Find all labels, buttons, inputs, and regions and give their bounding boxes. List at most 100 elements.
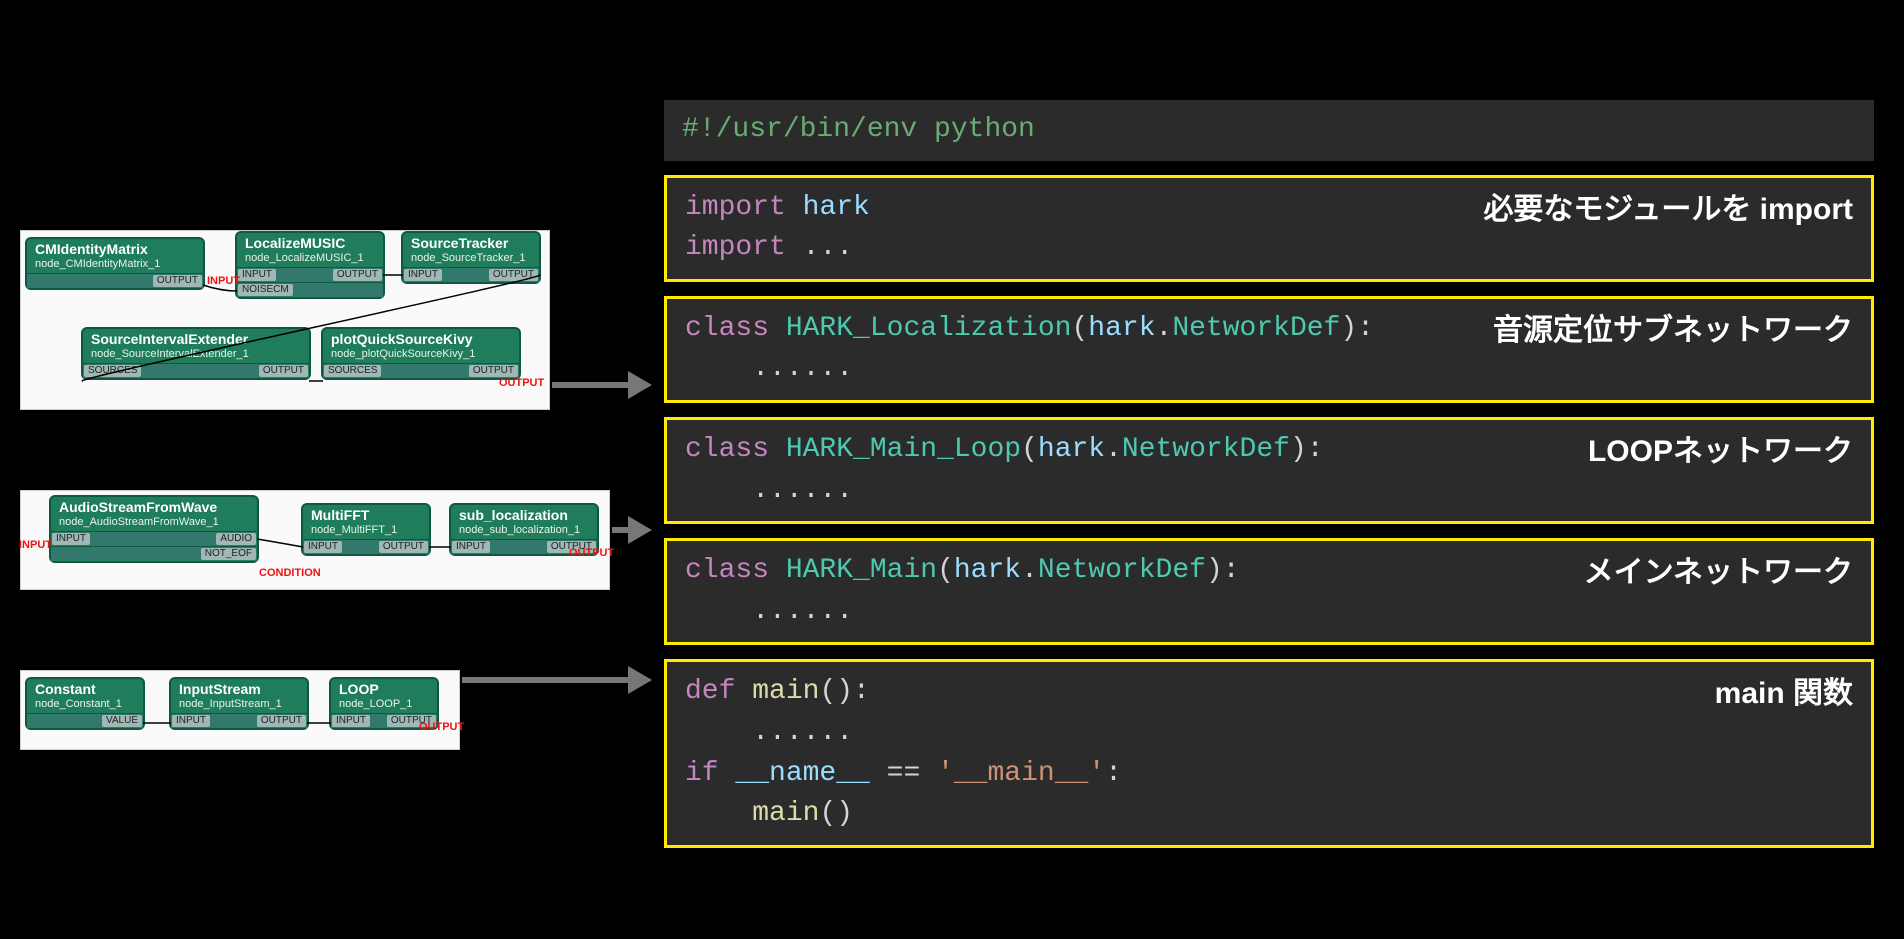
port-input[interactable]: INPUT [332,715,370,727]
node-sub: node_Constant_1 [27,698,143,713]
dots: ...... [752,353,853,384]
kw-import: import [685,232,786,263]
classname: HARK_Main_Loop [786,434,1021,465]
node-title: LocalizeMUSIC [237,233,383,252]
node-sub: node_SourceTracker_1 [403,252,539,267]
port-input[interactable]: INPUT [238,269,276,281]
op-eq: == [887,758,921,789]
port-output[interactable]: OUTPUT [153,275,202,287]
node-sub: node_MultiFFT_1 [303,524,429,539]
code-class-mainloop: class HARK_Main_Loop(hark.NetworkDef): .… [664,417,1874,524]
node-constant[interactable]: Constant node_Constant_1 VALUE [25,677,145,730]
code-shebang-block: #!/usr/bin/env python [664,100,1874,161]
node-title: plotQuickSourceKivy [323,329,519,348]
dots: ...... [752,596,853,627]
node-title: AudioStreamFromWave [51,497,257,516]
port-output[interactable]: OUTPUT [333,269,382,281]
code-panel: #!/usr/bin/env python import hark import… [664,100,1874,848]
port-output[interactable]: OUTPUT [257,715,306,727]
node-sub: node_InputStream_1 [171,698,307,713]
node-cmidentitymatrix[interactable]: CMIdentityMatrix node_CMIdentityMatrix_1… [25,237,205,290]
base-cls: NetworkDef [1172,313,1340,344]
node-sub: node_LOOP_1 [331,698,437,713]
node-sub: node_SourceIntervalExtender_1 [83,348,309,363]
base-mod: hark [1038,434,1105,465]
port-output[interactable]: OUTPUT [379,541,428,553]
base-cls: NetworkDef [1038,555,1206,586]
node-title: SourceIntervalExtender [83,329,309,348]
annot-main-network: メインネットワーク [1584,551,1853,595]
str-main: '__main__' [937,758,1105,789]
diagram-panel-mainloop: AudioStreamFromWave node_AudioStreamFrom… [20,490,610,590]
dunder-name: __name__ [735,758,869,789]
kw-class: class [685,313,769,344]
port-input[interactable]: INPUT [304,541,342,553]
dots: ...... [752,717,853,748]
kw-if: if [685,758,719,789]
kw-class: class [685,434,769,465]
port-input[interactable]: INPUT [52,533,90,545]
port-input[interactable]: INPUT [452,541,490,553]
node-title: LOOP [331,679,437,698]
diagram-panel-main: Constant node_Constant_1 VALUE InputStre… [20,670,460,750]
port-sources[interactable]: SOURCES [84,365,141,377]
node-sourceintervalextender[interactable]: SourceIntervalExtender node_SourceInterv… [81,327,311,380]
ext-label-output: OUTPUT [499,377,544,389]
annot-localization: 音源定位サブネットワーク [1493,309,1853,353]
node-title: CMIdentityMatrix [27,239,203,258]
classname: HARK_Main [786,555,937,586]
base-mod: hark [1088,313,1155,344]
port-noteof[interactable]: NOT_EOF [201,548,256,560]
code-main-block: def main(): ...... if __name__ == '__mai… [664,659,1874,847]
code-import-block: import hark import ... 必要なモジュールを import [664,175,1874,282]
node-sub: node_AudioStreamFromWave_1 [51,516,257,531]
port-input[interactable]: INPUT [404,269,442,281]
node-title: Constant [27,679,143,698]
ext-label-output: OUTPUT [419,721,464,733]
node-title: InputStream [171,679,307,698]
node-audiostreamfromwave[interactable]: AudioStreamFromWave node_AudioStreamFrom… [49,495,259,563]
node-sub: node_LocalizeMUSIC_1 [237,252,383,267]
port-input[interactable]: INPUT [172,715,210,727]
kw-class: class [685,555,769,586]
port-output[interactable]: OUTPUT [489,269,538,281]
fn-main: main [752,676,819,707]
node-title: sub_localization [451,505,597,524]
ext-label-input: INPUT [207,275,240,287]
kw-import: import [685,192,786,223]
ext-label-condition: CONDITION [259,567,321,579]
annot-main-fn: main 関数 [1715,672,1853,716]
ext-label-input: INPUT [19,539,52,551]
mod-hark: hark [803,192,870,223]
node-sub: node_CMIdentityMatrix_1 [27,258,203,273]
node-sourcetracker[interactable]: SourceTracker node_SourceTracker_1 INPUT… [401,231,541,284]
node-sub: node_plotQuickSourceKivy_1 [323,348,519,363]
port-audio[interactable]: AUDIO [216,533,256,545]
code-class-localization: class HARK_Localization(hark.NetworkDef)… [664,296,1874,403]
code-class-main: class HARK_Main(hark.NetworkDef): ......… [664,538,1874,645]
port-value[interactable]: VALUE [102,715,142,727]
node-title: SourceTracker [403,233,539,252]
node-sub: node_sub_localization_1 [451,524,597,539]
dots: ...... [752,475,853,506]
diagram-panel-localization: CMIdentityMatrix node_CMIdentityMatrix_1… [20,230,550,410]
node-localizemusic[interactable]: LocalizeMUSIC node_LocalizeMUSIC_1 INPUT… [235,231,385,299]
port-sources[interactable]: SOURCES [324,365,381,377]
port-output[interactable]: OUTPUT [259,365,308,377]
node-inputstream[interactable]: InputStream node_InputStream_1 INPUT OUTP… [169,677,309,730]
port-noisecm[interactable]: NOISECM [238,284,293,296]
node-multifft[interactable]: MultiFFT node_MultiFFT_1 INPUT OUTPUT [301,503,431,556]
node-plotquicksourcekivy[interactable]: plotQuickSourceKivy node_plotQuickSource… [321,327,521,380]
base-cls: NetworkDef [1122,434,1290,465]
node-title: MultiFFT [303,505,429,524]
annot-mainloop: LOOPネットワーク [1588,430,1853,474]
base-mod: hark [954,555,1021,586]
kw-def: def [685,676,735,707]
annot-import: 必要なモジュールを import [1483,188,1853,232]
mod-ellipsis: ... [803,232,853,263]
classname: HARK_Localization [786,313,1072,344]
call-main: main [752,798,819,829]
port-output[interactable]: OUTPUT [469,365,518,377]
ext-label-output: OUTPUT [569,547,614,559]
code-shebang: #!/usr/bin/env python [682,114,1035,145]
